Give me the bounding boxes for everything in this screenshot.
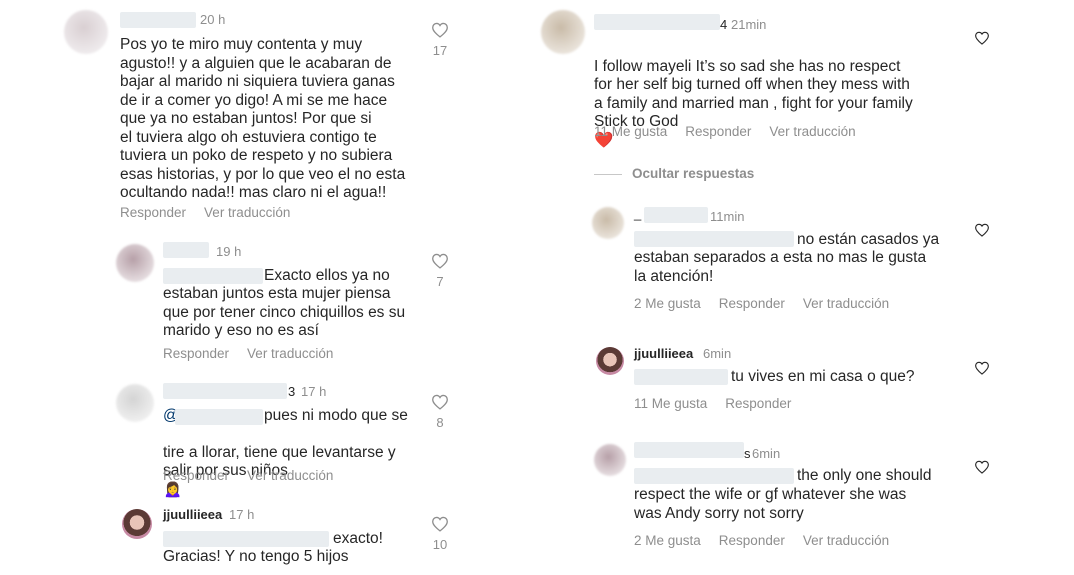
- mention-redacted[interactable]: [634, 231, 794, 247]
- comment-text-body: I follow mayeli It’s so sad she has no r…: [594, 57, 913, 131]
- comment-text-continued: respect the wife or gf whatever she was …: [634, 486, 907, 522]
- reply-button[interactable]: Responder: [725, 396, 791, 411]
- username-redacted[interactable]: [644, 207, 708, 223]
- like-count: 8: [436, 415, 444, 430]
- hide-replies-button[interactable]: Ocultar respuestas: [632, 166, 754, 181]
- comment-time: 19 h: [216, 244, 242, 259]
- likes-count-link[interactable]: 2 Me gusta: [634, 296, 701, 311]
- comment-text: Exacto ellos ya no: [264, 267, 390, 284]
- like-count: 17: [432, 43, 448, 58]
- username-redacted[interactable]: [634, 442, 744, 458]
- likes-count-link[interactable]: 11 Me gusta: [594, 124, 667, 139]
- translate-button[interactable]: Ver traducción: [803, 533, 889, 548]
- comment-text-continued: Gracias! Y no tengo 5 hijos: [163, 548, 349, 565]
- mention-redacted[interactable]: [634, 369, 728, 385]
- mention-redacted[interactable]: [163, 531, 329, 547]
- avatar[interactable]: [594, 444, 626, 476]
- username-tail: s: [744, 446, 751, 461]
- comment-time: 11min: [710, 209, 745, 224]
- comment-text-continued: estaban separados a esta no mas le gusta…: [634, 249, 927, 285]
- comment-actions: Responder Ver traducción: [163, 468, 351, 483]
- mention-redacted[interactable]: [175, 409, 263, 425]
- comment-text: exacto!: [333, 530, 383, 547]
- username-redacted[interactable]: [163, 383, 287, 399]
- comment-time: 21min: [731, 17, 767, 32]
- username-tail: 4: [720, 17, 728, 32]
- comment-actions: 2 Me gusta Responder Ver traducción: [634, 296, 907, 311]
- reply-button[interactable]: Responder: [120, 205, 186, 220]
- translate-button[interactable]: Ver traducción: [247, 346, 333, 361]
- reply-button[interactable]: Responder: [719, 533, 785, 548]
- heart-outline-icon[interactable]: [974, 223, 990, 237]
- comment-time: 6min: [752, 446, 781, 461]
- translate-button[interactable]: Ver traducción: [769, 124, 855, 139]
- comment-actions: 11 Me gusta Responder: [634, 396, 809, 411]
- like-count: 10: [432, 537, 448, 552]
- comment-text: Pos yo te miro muy contenta y muy agusto…: [120, 36, 406, 201]
- replies-divider: [594, 174, 622, 175]
- username[interactable]: jjuulliieea: [634, 346, 693, 361]
- comment-actions: Responder Ver traducción: [120, 205, 308, 220]
- heart-outline-icon[interactable]: [431, 394, 449, 410]
- reply-button[interactable]: Responder: [163, 468, 229, 483]
- username[interactable]: jjuulliieea: [163, 507, 222, 522]
- person-frowning-emoji-icon: 🙍‍♀️: [163, 480, 183, 498]
- heart-outline-icon[interactable]: [974, 31, 990, 45]
- reply-button[interactable]: Responder: [719, 296, 785, 311]
- avatar[interactable]: [64, 10, 108, 54]
- likes-count-link[interactable]: 11 Me gusta: [634, 396, 707, 411]
- comment-text: the only one should: [797, 467, 932, 484]
- comment-actions: Responder Ver traducción: [163, 346, 351, 361]
- comment-text-continued: tire a llorar, tiene que levantarse y sa…: [163, 425, 423, 499]
- translate-button[interactable]: Ver traducción: [803, 296, 889, 311]
- comment-actions: 11 Me gusta Responder Ver traducción: [594, 124, 874, 139]
- comment-text: pues ni modo que se: [264, 407, 408, 424]
- username-prefix: _: [634, 206, 642, 221]
- like-count: 7: [436, 274, 444, 289]
- mention-redacted[interactable]: [163, 268, 263, 284]
- likes-count-link[interactable]: 2 Me gusta: [634, 533, 701, 548]
- mention-redacted[interactable]: [634, 468, 794, 484]
- comment-actions: 2 Me gusta Responder Ver traducción: [634, 533, 907, 548]
- comment-time: 17 h: [229, 507, 255, 522]
- heart-outline-icon[interactable]: [431, 253, 449, 269]
- avatar[interactable]: [596, 347, 624, 375]
- comment-time: 6min: [703, 346, 732, 361]
- heart-outline-icon[interactable]: [974, 361, 990, 375]
- username-redacted[interactable]: [594, 14, 720, 30]
- avatar[interactable]: [116, 384, 154, 422]
- avatar[interactable]: [122, 509, 152, 539]
- comment-text: no están casados ya: [797, 231, 940, 248]
- reply-button[interactable]: Responder: [685, 124, 751, 139]
- comment-time: 17 h: [301, 384, 327, 399]
- username-redacted[interactable]: [163, 242, 209, 258]
- heart-outline-icon[interactable]: [431, 516, 449, 532]
- comment-time: 20 h: [200, 12, 226, 27]
- reply-button[interactable]: Responder: [163, 346, 229, 361]
- translate-button[interactable]: Ver traducción: [247, 468, 333, 483]
- username-redacted[interactable]: [120, 12, 196, 28]
- comment-text-continued: estaban juntos esta mujer piensa que por…: [163, 285, 406, 339]
- avatar[interactable]: [592, 207, 624, 239]
- heart-outline-icon[interactable]: [974, 460, 990, 474]
- username-tail: 3: [288, 384, 296, 399]
- avatar[interactable]: [541, 10, 585, 54]
- translate-button[interactable]: Ver traducción: [204, 205, 290, 220]
- heart-outline-icon[interactable]: [431, 22, 449, 38]
- avatar[interactable]: [116, 244, 154, 282]
- comment-text: tu vives en mi casa o que?: [731, 368, 915, 385]
